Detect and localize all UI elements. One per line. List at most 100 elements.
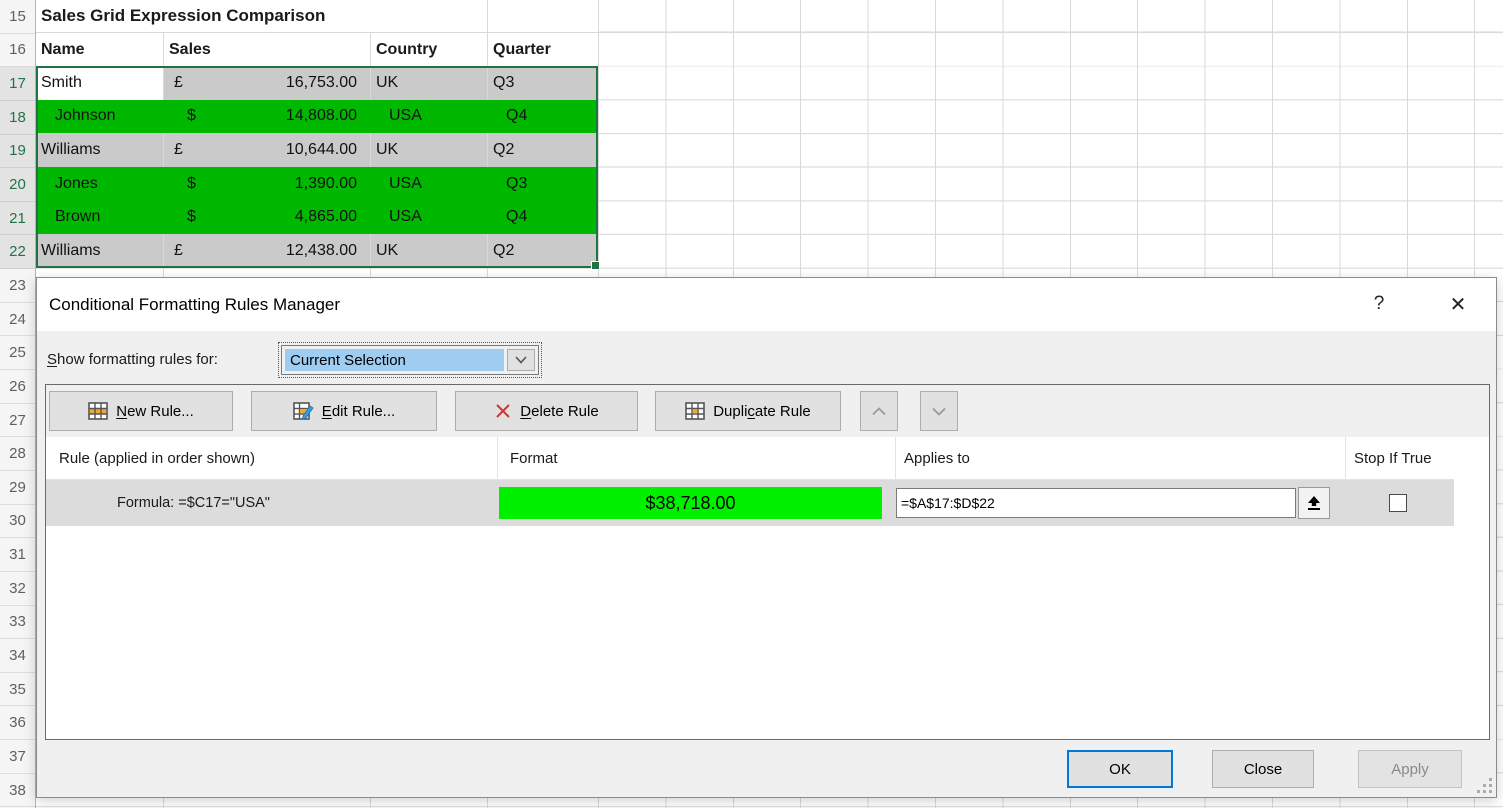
cell-quarter-17[interactable]: Q3 (487, 66, 598, 100)
conditional-formatting-rules-manager-dialog: Conditional Formatting Rules Manager ? ✕… (36, 277, 1497, 798)
delete-rule-label-rest: elete Rule (531, 403, 599, 420)
rule-column-header: Rule (applied in order shown) (46, 437, 497, 479)
cell-name-20[interactable]: Jones (36, 167, 163, 201)
close-button[interactable]: Close (1212, 750, 1314, 788)
cell-sales-17[interactable]: £16,753.00 (163, 66, 370, 100)
sheet-row-21: Brown$4,865.00USAQ4 (36, 201, 598, 235)
cell-country-17[interactable]: UK (370, 66, 487, 100)
show-rules-dropdown[interactable]: Current Selection (281, 345, 539, 375)
column-header-country[interactable]: Country (370, 33, 487, 66)
rules-list-frame: New Rule... Edit Rule... Delete Rule Dup… (45, 384, 1490, 740)
cell-name-17[interactable]: Smith (36, 66, 163, 100)
row-header-34[interactable]: 34 (0, 639, 35, 673)
stop-if-true-column-header: Stop If True (1345, 437, 1454, 479)
cell-quarter-18[interactable]: Q4 (487, 100, 598, 134)
row-header-31[interactable]: 31 (0, 538, 35, 572)
cell-country-20[interactable]: USA (370, 167, 487, 201)
sheet-row-17: Smith£16,753.00UKQ3 (36, 66, 598, 100)
sales-amount: 10,644.00 (286, 141, 357, 159)
row-header-36[interactable]: 36 (0, 706, 35, 740)
applies-to-column-header: Applies to (895, 437, 1345, 479)
edit-rule-label-key: E (322, 403, 332, 420)
edit-rule-label-rest: dit Rule... (332, 403, 395, 420)
row-header-18[interactable]: 18 (0, 101, 35, 135)
duplicate-rule-label-pre: Dupli (713, 403, 747, 420)
sheet-row-18: Johnson$14,808.00USAQ4 (36, 100, 598, 134)
move-rule-down-button (920, 391, 958, 431)
duplicate-rule-button[interactable]: Duplicate Rule (655, 391, 841, 431)
format-preview-swatch: $38,718.00 (499, 487, 882, 519)
sheet-row-19: Williams£10,644.00UKQ2 (36, 133, 598, 167)
row-header-16[interactable]: 16 (0, 34, 35, 68)
currency-symbol: £ (164, 74, 183, 92)
cell-name-22[interactable]: Williams (36, 234, 163, 268)
stop-if-true-checkbox[interactable] (1389, 494, 1407, 512)
column-header-sales[interactable]: Sales (163, 33, 370, 66)
row-header-33[interactable]: 33 (0, 606, 35, 640)
sheet-title-cell[interactable]: Sales Grid Expression Comparison (36, 0, 487, 32)
row-header-22[interactable]: 22 (0, 235, 35, 269)
cell-quarter-21[interactable]: Q4 (487, 201, 598, 235)
chevron-up-icon (872, 407, 886, 416)
sales-amount: 12,438.00 (286, 242, 357, 260)
empty-cell-d15[interactable] (487, 0, 598, 32)
close-icon[interactable]: ✕ (1441, 288, 1475, 320)
cell-country-19[interactable]: UK (370, 133, 487, 167)
edit-rule-button[interactable]: Edit Rule... (251, 391, 437, 431)
cell-sales-19[interactable]: £10,644.00 (163, 133, 370, 167)
chevron-down-icon[interactable] (507, 349, 535, 371)
currency-symbol: £ (164, 141, 183, 159)
column-header-quarter[interactable]: Quarter (487, 33, 598, 66)
cell-name-21[interactable]: Brown (36, 201, 163, 235)
rule-row[interactable]: Formula: =$C17="USA" $38,718.00 (46, 480, 1454, 526)
cell-country-22[interactable]: UK (370, 234, 487, 268)
row-header-20[interactable]: 20 (0, 168, 35, 202)
new-rule-button[interactable]: New Rule... (49, 391, 233, 431)
row-header-35[interactable]: 35 (0, 673, 35, 707)
row-header-32[interactable]: 32 (0, 572, 35, 606)
cell-quarter-22[interactable]: Q2 (487, 234, 598, 268)
ok-button[interactable]: OK (1067, 750, 1173, 788)
row-header-30[interactable]: 30 (0, 505, 35, 539)
rule-formula-text: Formula: =$C17="USA" (46, 495, 497, 511)
cell-name-18[interactable]: Johnson (36, 100, 163, 134)
cell-name-19[interactable]: Williams (36, 133, 163, 167)
cell-sales-21[interactable]: $4,865.00 (163, 201, 370, 235)
row-header-17[interactable]: 17 (0, 67, 35, 101)
currency-symbol: £ (164, 242, 183, 260)
show-rules-label: Show formatting rules for: (47, 340, 218, 378)
row-header-37[interactable]: 37 (0, 740, 35, 774)
delete-rule-x-icon (494, 402, 512, 420)
row-header-26[interactable]: 26 (0, 370, 35, 404)
collapse-dialog-range-picker-icon[interactable] (1298, 487, 1330, 519)
cell-quarter-20[interactable]: Q3 (487, 167, 598, 201)
cell-quarter-19[interactable]: Q2 (487, 133, 598, 167)
column-header-name[interactable]: Name (36, 33, 163, 66)
applies-to-input[interactable] (896, 488, 1296, 518)
row-header-25[interactable]: 25 (0, 336, 35, 370)
cell-country-21[interactable]: USA (370, 201, 487, 235)
delete-rule-button[interactable]: Delete Rule (455, 391, 638, 431)
resize-grip[interactable] (1478, 779, 1492, 793)
cell-sales-18[interactable]: $14,808.00 (163, 100, 370, 134)
cell-sales-22[interactable]: £12,438.00 (163, 234, 370, 268)
row-header-38[interactable]: 38 (0, 774, 35, 808)
row-header-29[interactable]: 29 (0, 471, 35, 505)
duplicate-rule-label-key: c (747, 403, 755, 420)
row-header-28[interactable]: 28 (0, 437, 35, 471)
cell-sales-20[interactable]: $1,390.00 (163, 167, 370, 201)
show-rules-dropdown-value[interactable]: Current Selection (285, 349, 504, 371)
sales-amount: 1,390.00 (295, 175, 357, 193)
row-header-19[interactable]: 19 (0, 135, 35, 169)
row-header-24[interactable]: 24 (0, 303, 35, 337)
row-header-21[interactable]: 21 (0, 202, 35, 236)
sales-amount: 16,753.00 (286, 74, 357, 92)
help-icon[interactable]: ? (1362, 288, 1396, 320)
cell-country-18[interactable]: USA (370, 100, 487, 134)
sheet-row-20: Jones$1,390.00USAQ3 (36, 167, 598, 201)
format-column-header: Format (497, 437, 895, 479)
row-header-27[interactable]: 27 (0, 404, 35, 438)
row-header-23[interactable]: 23 (0, 269, 35, 303)
row-header-15[interactable]: 15 (0, 0, 35, 34)
rules-list-header: Rule (applied in order shown) Format App… (46, 437, 1454, 480)
